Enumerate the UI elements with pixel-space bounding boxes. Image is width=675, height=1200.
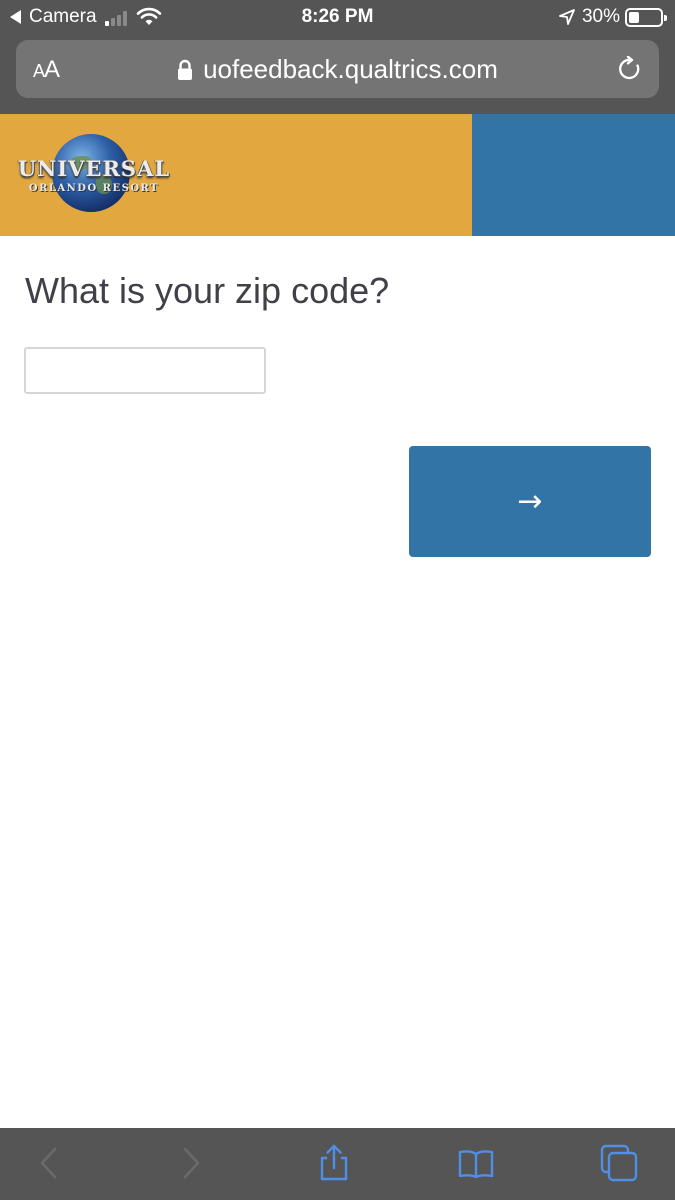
next-button[interactable]: →: [409, 446, 651, 557]
forward-icon[interactable]: [172, 1144, 210, 1182]
address-bar[interactable]: AA uofeedback.qualtrics.com: [16, 40, 659, 98]
zip-code-input[interactable]: [24, 347, 266, 394]
back-app-label: Camera: [29, 6, 97, 27]
battery-percentage: 30%: [581, 6, 620, 27]
logo-subtitle: ORLANDO RESORT: [28, 183, 160, 194]
battery-icon: [625, 7, 667, 27]
browser-toolbar: [0, 1128, 675, 1200]
screen: Camera 8:26 PM 30% AA uofeedback.qualtri…: [0, 0, 675, 1200]
lock-icon: [178, 59, 193, 80]
universal-logo: UNIVERSAL ORLANDO RESORT: [14, 128, 174, 220]
tabs-icon[interactable]: [600, 1144, 638, 1182]
bookmarks-icon[interactable]: [457, 1144, 495, 1182]
back-icon[interactable]: [30, 1144, 68, 1182]
status-bar: Camera 8:26 PM 30%: [0, 0, 675, 34]
banner-blue-panel: [472, 114, 675, 236]
cellular-signal-icon: [104, 9, 129, 26]
share-icon[interactable]: [315, 1144, 353, 1182]
wifi-icon: [136, 7, 161, 25]
reload-icon[interactable]: [617, 56, 643, 82]
browser-chrome: Camera 8:26 PM 30% AA uofeedback.qualtri…: [0, 0, 675, 114]
back-triangle-icon: [10, 10, 21, 24]
back-to-app-button[interactable]: Camera: [10, 6, 162, 28]
banner-gold-panel: UNIVERSAL ORLANDO RESORT: [0, 114, 472, 236]
location-arrow-icon: [559, 9, 575, 25]
logo-wordmark: UNIVERSAL: [17, 156, 171, 181]
survey-header-banner: UNIVERSAL ORLANDO RESORT: [0, 114, 675, 236]
url-text[interactable]: uofeedback.qualtrics.com: [203, 54, 498, 84]
question-text: What is your zip code?: [25, 270, 390, 311]
